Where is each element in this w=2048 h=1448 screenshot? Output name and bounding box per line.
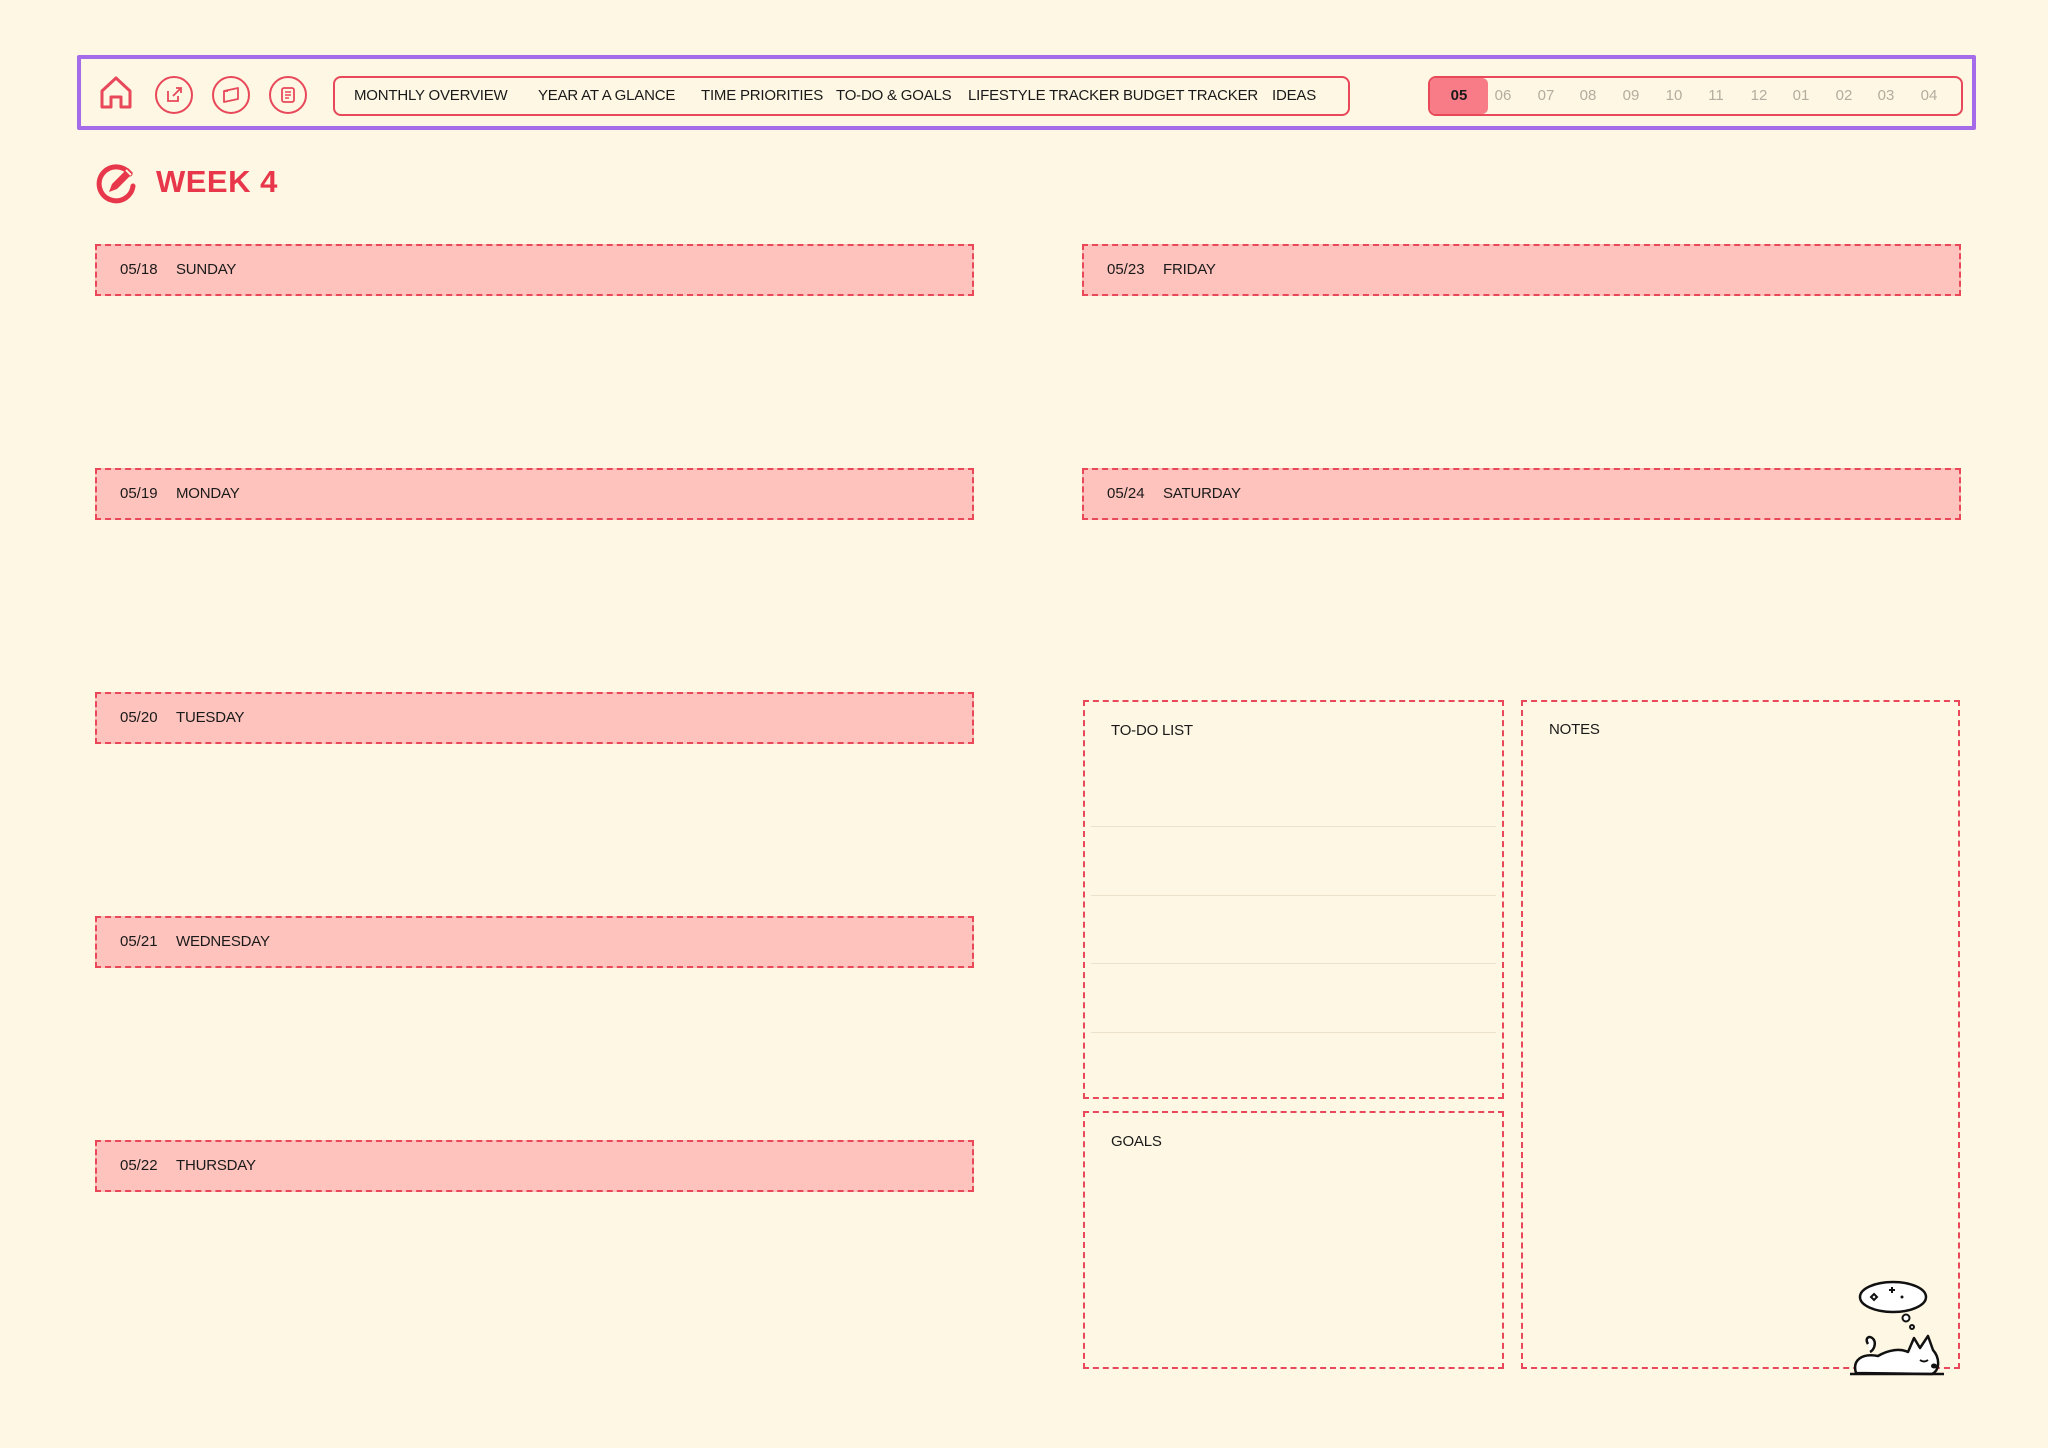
- pencil-badge-icon: [96, 164, 136, 204]
- day-name: TUESDAY: [176, 709, 245, 726]
- todo-line: [1091, 895, 1496, 896]
- month-tab-10[interactable]: 10: [1653, 78, 1695, 114]
- nav-todo-goals[interactable]: TO-DO & GOALS: [836, 78, 952, 114]
- day-date: 05/24: [1107, 485, 1145, 502]
- day-date: 05/18: [120, 261, 158, 278]
- goals-label: GOALS: [1111, 1133, 1162, 1150]
- day-header-monday[interactable]: 05/19 MONDAY: [95, 468, 974, 520]
- day-name: SATURDAY: [1163, 485, 1241, 502]
- month-tab-12[interactable]: 12: [1738, 78, 1780, 114]
- day-header-wednesday[interactable]: 05/21 WEDNESDAY: [95, 916, 974, 968]
- month-tab-02[interactable]: 02: [1823, 78, 1865, 114]
- month-tab-06[interactable]: 06: [1482, 78, 1524, 114]
- nav-budget-tracker[interactable]: BUDGET TRACKER: [1123, 78, 1258, 114]
- month-tab-05[interactable]: 05: [1430, 78, 1488, 114]
- month-tab-08[interactable]: 08: [1567, 78, 1609, 114]
- edit-icon[interactable]: [155, 76, 193, 114]
- month-tab-09[interactable]: 09: [1610, 78, 1652, 114]
- day-name: THURSDAY: [176, 1157, 256, 1174]
- section-navigation: MONTHLY OVERVIEW YEAR AT A GLANCE TIME P…: [333, 76, 1350, 116]
- todo-line: [1091, 1032, 1496, 1033]
- nav-year-at-a-glance[interactable]: YEAR AT A GLANCE: [538, 78, 675, 114]
- nav-ideas[interactable]: IDEAS: [1272, 78, 1316, 114]
- day-date: 05/22: [120, 1157, 158, 1174]
- nav-monthly-overview[interactable]: MONTHLY OVERVIEW: [354, 78, 508, 114]
- goals-box[interactable]: GOALS: [1083, 1111, 1504, 1369]
- day-date: 05/20: [120, 709, 158, 726]
- day-name: FRIDAY: [1163, 261, 1216, 278]
- month-tab-03[interactable]: 03: [1865, 78, 1907, 114]
- nav-time-priorities[interactable]: TIME PRIORITIES: [701, 78, 823, 114]
- day-date: 05/19: [120, 485, 158, 502]
- home-icon[interactable]: [98, 73, 134, 111]
- todo-line: [1091, 963, 1496, 964]
- sleeping-dog-illustration: [1850, 1280, 1944, 1376]
- day-name: WEDNESDAY: [176, 933, 270, 950]
- page-title: WEEK 4: [156, 164, 278, 199]
- notes-box[interactable]: NOTES: [1521, 700, 1960, 1369]
- nav-lifestyle-tracker[interactable]: LIFESTYLE TRACKER: [968, 78, 1120, 114]
- day-name: MONDAY: [176, 485, 240, 502]
- month-tab-07[interactable]: 07: [1525, 78, 1567, 114]
- todo-list-box[interactable]: TO-DO LIST: [1083, 700, 1504, 1099]
- month-selector: 05 06 07 08 09 10 11 12 01 02 03 04: [1428, 76, 1963, 116]
- month-tab-11[interactable]: 11: [1695, 78, 1737, 114]
- folder-icon[interactable]: [212, 76, 250, 114]
- day-name: SUNDAY: [176, 261, 237, 278]
- top-navigation-bar: MONTHLY OVERVIEW YEAR AT A GLANCE TIME P…: [77, 55, 1976, 130]
- month-tab-04[interactable]: 04: [1908, 78, 1950, 114]
- notes-icon[interactable]: [269, 76, 307, 114]
- day-date: 05/21: [120, 933, 158, 950]
- day-header-thursday[interactable]: 05/22 THURSDAY: [95, 1140, 974, 1192]
- month-tab-01[interactable]: 01: [1780, 78, 1822, 114]
- todo-line: [1091, 826, 1496, 827]
- day-header-sunday[interactable]: 05/18 SUNDAY: [95, 244, 974, 296]
- day-header-tuesday[interactable]: 05/20 TUESDAY: [95, 692, 974, 744]
- todo-list-label: TO-DO LIST: [1111, 722, 1193, 739]
- notes-label: NOTES: [1549, 721, 1600, 738]
- day-header-saturday[interactable]: 05/24 SATURDAY: [1082, 468, 1961, 520]
- day-date: 05/23: [1107, 261, 1145, 278]
- day-header-friday[interactable]: 05/23 FRIDAY: [1082, 244, 1961, 296]
